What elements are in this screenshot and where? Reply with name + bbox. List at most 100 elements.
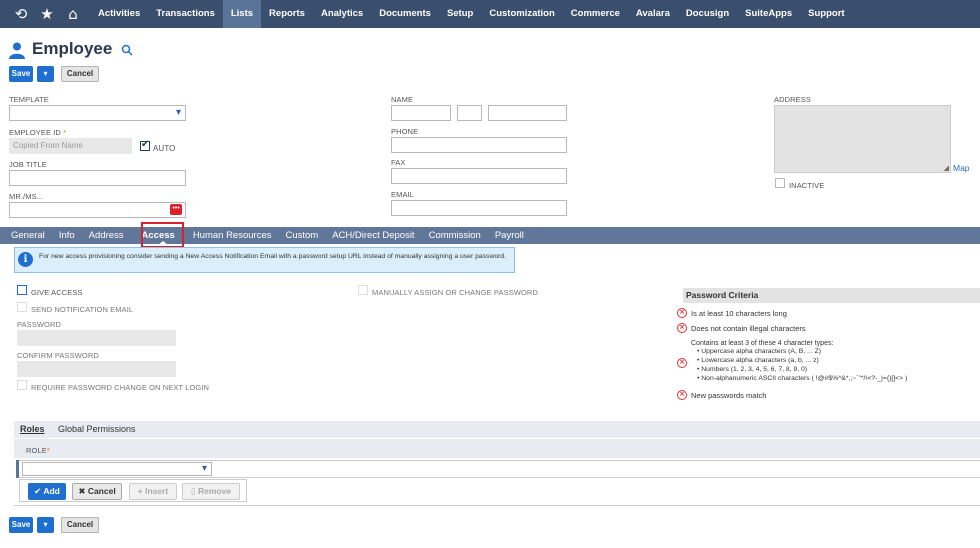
job-title-label: JOB TITLE [9, 160, 47, 169]
fail-icon: × [677, 323, 687, 333]
remove-button[interactable]: ▯ Remove [182, 483, 240, 500]
nav-documents[interactable]: Documents [371, 0, 439, 28]
star-icon[interactable]: ★ [34, 0, 60, 28]
resize-handle-icon[interactable]: ◢ [944, 164, 949, 172]
auto-checkbox[interactable]: ✔ [140, 139, 150, 151]
check-icon: ✔ [34, 486, 42, 496]
nav-analytics[interactable]: Analytics [313, 0, 371, 28]
manually-assign-label: MANUALLY ASSIGN OR CHANGE PASSWORD [372, 288, 538, 297]
info-banner: i For new access provisioning consider s… [14, 247, 515, 273]
chevron-down-icon: ▾ [201, 463, 207, 474]
nav-support[interactable]: Support [800, 0, 852, 28]
criteria-rule-3-item-1: • Uppercase alpha characters (A, B, ... … [697, 348, 822, 355]
address-label: ADDRESS [774, 95, 811, 104]
tab-roles[interactable]: Roles [20, 424, 45, 434]
employee-id-field[interactable]: Copied From Name [9, 138, 132, 154]
info-icon: i [18, 252, 33, 267]
insert-button[interactable]: + Insert [129, 483, 177, 500]
email-input[interactable] [391, 200, 567, 216]
template-label: TEMPLATE [9, 95, 49, 104]
password-input[interactable] [17, 330, 176, 346]
tab-human-resources[interactable]: Human Resources [193, 230, 272, 241]
email-label: EMAIL [391, 190, 415, 199]
nav-setup[interactable]: Setup [439, 0, 481, 28]
nav-activities[interactable]: Activities [90, 0, 148, 28]
cancel-button-top[interactable]: Cancel [61, 66, 99, 82]
roles-section [14, 421, 980, 438]
phone-input[interactable] [391, 137, 567, 153]
home-icon[interactable]: ⌂ [60, 0, 86, 28]
nav-reports[interactable]: Reports [261, 0, 313, 28]
criteria-rule-3-item-4: • Non-alphanumeric ASCII characters ( !@… [697, 375, 908, 382]
search-icon[interactable] [121, 44, 133, 56]
add-button[interactable]: ✔ Add [28, 483, 66, 500]
give-access-label: GIVE ACCESS [31, 288, 83, 297]
save-button-top[interactable]: Save [9, 66, 33, 82]
password-label: PASSWORD [17, 320, 61, 329]
manually-assign-checkbox[interactable] [358, 285, 368, 295]
fax-input[interactable] [391, 168, 567, 184]
cancel-row-button[interactable]: ✖ Cancel [72, 483, 122, 500]
top-navigation: ⟲ ★ ⌂ Activities Transactions Lists Repo… [0, 0, 980, 28]
info-text: For new access provisioning consider sen… [39, 253, 507, 260]
more-options-icon[interactable]: ••• [170, 204, 182, 215]
phone-label: PHONE [391, 127, 419, 136]
nav-commerce[interactable]: Commerce [563, 0, 628, 28]
save-dropdown-top[interactable]: ▾ [37, 66, 54, 82]
nav-lists[interactable]: Lists [222, 0, 262, 28]
history-icon[interactable]: ⟲ [8, 0, 34, 28]
tab-payroll[interactable]: Payroll [495, 230, 524, 241]
address-textarea[interactable]: ◢ [774, 105, 951, 173]
mr-ms-label: MR./MS... [9, 192, 44, 201]
page-title: Employee [32, 39, 113, 58]
tab-general[interactable]: General [11, 230, 45, 241]
chevron-down-icon: ▾ [43, 69, 48, 78]
criteria-rule-3-item-2: • Lowercase alpha characters (a, b, ... … [697, 357, 819, 364]
tab-commission[interactable]: Commission [429, 230, 481, 241]
auto-label: AUTO [153, 144, 176, 153]
last-name-input[interactable] [488, 105, 567, 121]
fail-icon: × [677, 358, 687, 368]
confirm-password-label: CONFIRM PASSWORD [17, 351, 99, 360]
middle-name-input[interactable] [457, 105, 482, 121]
cancel-button-bottom[interactable]: Cancel [61, 517, 99, 533]
chevron-down-icon: ▾ [175, 107, 181, 118]
send-notification-label: SEND NOTIFICATION EMAIL [31, 305, 134, 314]
inactive-checkbox[interactable] [775, 178, 785, 188]
tab-address[interactable]: Address [89, 230, 124, 241]
template-select[interactable]: ▾ [9, 105, 186, 121]
active-tab-pointer-icon [158, 241, 168, 245]
fail-icon: × [677, 390, 687, 400]
plus-icon: + [137, 486, 143, 496]
nav-customization[interactable]: Customization [481, 0, 562, 28]
criteria-rule-4: New passwords match [691, 391, 767, 400]
tab-custom[interactable]: Custom [285, 230, 318, 241]
nav-suiteapps[interactable]: SuiteApps [737, 0, 800, 28]
tab-global-permissions[interactable]: Global Permissions [58, 424, 136, 434]
mr-ms-input[interactable]: ••• [9, 202, 186, 218]
save-button-bottom[interactable]: Save [9, 517, 33, 533]
chevron-down-icon: ▾ [43, 520, 48, 529]
tab-ach-direct-deposit[interactable]: ACH/Direct Deposit [332, 230, 414, 241]
job-title-input[interactable] [9, 170, 186, 186]
name-label: NAME [391, 95, 414, 104]
close-icon: ✖ [78, 486, 86, 496]
check-icon: ✔ [141, 139, 150, 150]
give-access-checkbox[interactable] [17, 285, 27, 295]
nav-avalara[interactable]: Avalara [628, 0, 678, 28]
nav-transactions[interactable]: Transactions [148, 0, 223, 28]
require-change-checkbox[interactable] [17, 380, 27, 390]
nav-docusign[interactable]: Docusign [678, 0, 737, 28]
role-select[interactable]: ▾ [22, 462, 212, 476]
first-name-input[interactable] [391, 105, 451, 121]
send-notification-checkbox[interactable] [17, 302, 27, 312]
fail-icon: × [677, 308, 687, 318]
trash-icon: ▯ [190, 486, 196, 496]
save-dropdown-bottom[interactable]: ▾ [37, 517, 54, 533]
confirm-password-input[interactable] [17, 361, 176, 377]
roles-header-row [14, 439, 980, 458]
tab-info[interactable]: Info [59, 230, 75, 241]
inactive-label: INACTIVE [789, 181, 825, 190]
map-link[interactable]: Map [953, 163, 970, 173]
criteria-rule-2: Does not contain illegal characters [691, 324, 806, 333]
